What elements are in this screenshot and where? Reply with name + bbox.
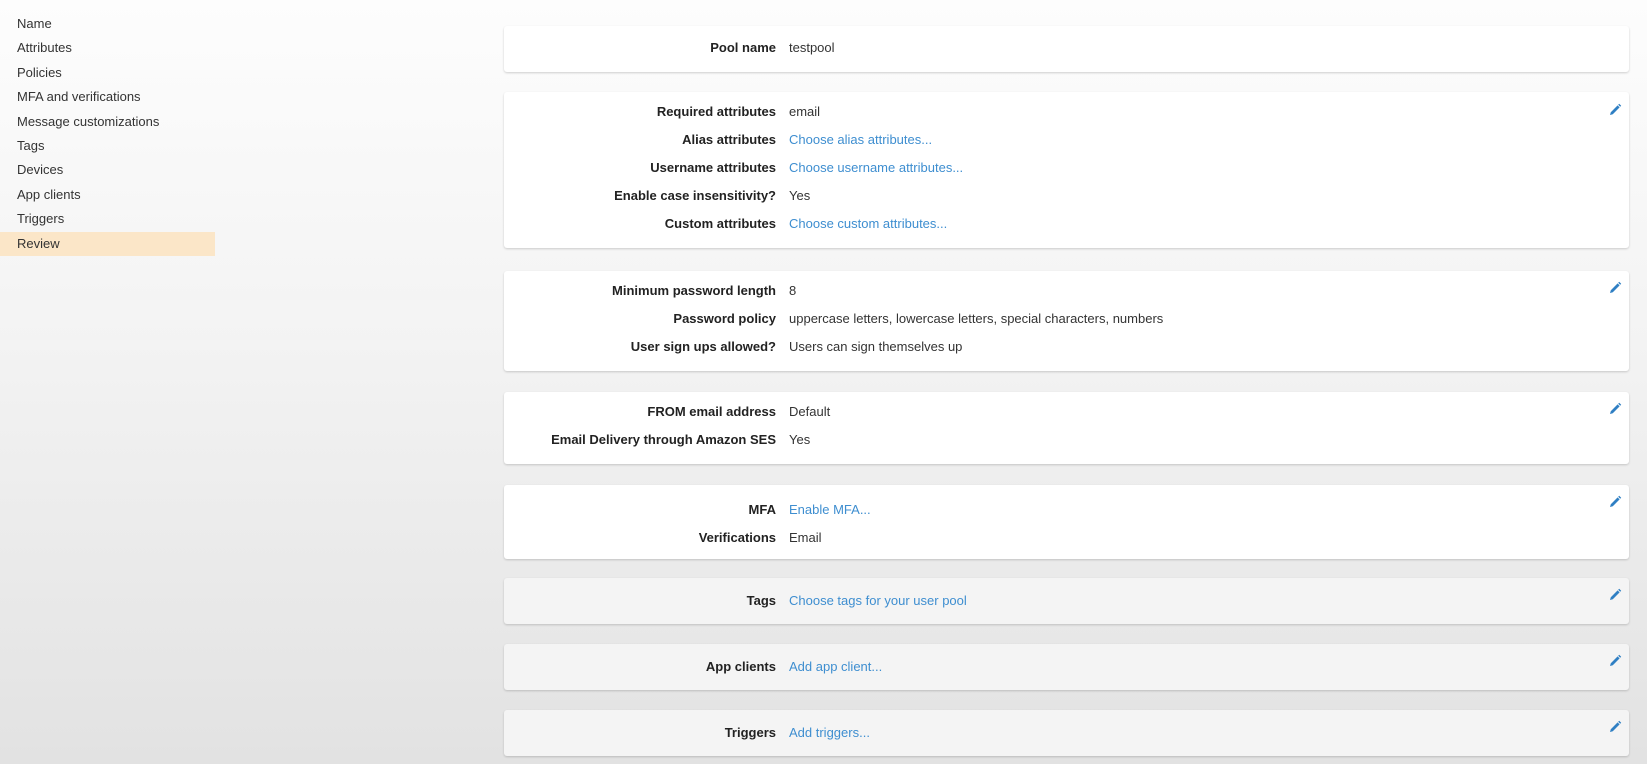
from-email-row: FROM email address Default <box>504 401 1629 423</box>
policies-card: Minimum password length 8 Password polic… <box>504 271 1629 371</box>
mfa-row: MFA Enable MFA... <box>504 499 1629 521</box>
message-customizations-card: FROM email address Default Email Deliver… <box>504 392 1629 464</box>
edit-attributes-pencil-icon[interactable] <box>1607 102 1623 118</box>
min-password-length-value: 8 <box>789 283 797 298</box>
nav-item-attributes[interactable]: Attributes <box>0 36 215 60</box>
from-email-label: FROM email address <box>647 404 776 419</box>
app-clients-card: App clients Add app client... <box>504 644 1629 690</box>
min-password-length-label: Minimum password length <box>612 283 776 298</box>
edit-mfa-pencil-icon[interactable] <box>1607 494 1623 510</box>
user-sign-ups-label: User sign ups allowed? <box>630 339 776 354</box>
nav-item-app-clients[interactable]: App clients <box>0 183 215 207</box>
attributes-card: Required attributes email Alias attribut… <box>504 92 1629 248</box>
alias-attributes-row: Alias attributes Choose alias attributes… <box>504 129 1629 151</box>
nav-item-name[interactable]: Name <box>0 12 215 36</box>
edit-app-clients-pencil-icon[interactable] <box>1607 653 1623 669</box>
user-sign-ups-value: Users can sign themselves up <box>789 339 963 354</box>
pool-name-label: Pool name <box>710 40 776 55</box>
edit-policies-pencil-icon[interactable] <box>1607 280 1623 296</box>
app-clients-row: App clients Add app client... <box>504 656 1629 678</box>
password-policy-value: uppercase letters, lowercase letters, sp… <box>789 311 1164 326</box>
triggers-label: Triggers <box>724 725 776 740</box>
nav-item-triggers[interactable]: Triggers <box>0 207 215 231</box>
mfa-card: MFA Enable MFA... Verifications Email <box>504 485 1629 559</box>
verifications-label: Verifications <box>698 530 776 545</box>
password-policy-label: Password policy <box>673 311 776 326</box>
triggers-row: Triggers Add triggers... <box>504 722 1629 744</box>
custom-attributes-link[interactable]: Choose custom attributes... <box>789 213 947 235</box>
choose-tags-link[interactable]: Choose tags for your user pool <box>789 590 967 612</box>
custom-attributes-row: Custom attributes Choose custom attribut… <box>504 213 1629 235</box>
required-attributes-label: Required attributes <box>656 104 776 119</box>
tags-label: Tags <box>746 593 776 608</box>
alias-attributes-label: Alias attributes <box>682 132 776 147</box>
nav-item-mfa-verifications[interactable]: MFA and verifications <box>0 85 215 109</box>
verifications-row: Verifications Email <box>504 527 1629 549</box>
username-attributes-label: Username attributes <box>650 160 776 175</box>
nav-item-tags[interactable]: Tags <box>0 134 215 158</box>
triggers-card: Triggers Add triggers... <box>504 710 1629 756</box>
from-email-value: Default <box>789 404 831 419</box>
nav-item-message-customizations[interactable]: Message customizations <box>0 110 215 134</box>
case-insensitivity-value: Yes <box>789 188 811 203</box>
email-delivery-value: Yes <box>789 432 811 447</box>
password-policy-row: Password policy uppercase letters, lower… <box>504 308 1629 330</box>
case-insensitivity-row: Enable case insensitivity? Yes <box>504 185 1629 207</box>
pool-name-value: testpool <box>789 40 835 55</box>
mfa-label: MFA <box>748 502 776 517</box>
required-attributes-row: Required attributes email <box>504 101 1629 123</box>
alias-attributes-link[interactable]: Choose alias attributes... <box>789 129 932 151</box>
username-attributes-link[interactable]: Choose username attributes... <box>789 157 963 179</box>
verifications-value: Email <box>789 530 822 545</box>
nav-item-policies[interactable]: Policies <box>0 61 215 85</box>
username-attributes-row: Username attributes Choose username attr… <box>504 157 1629 179</box>
add-app-client-link[interactable]: Add app client... <box>789 656 882 678</box>
add-triggers-link[interactable]: Add triggers... <box>789 722 870 744</box>
case-insensitivity-label: Enable case insensitivity? <box>614 188 776 203</box>
edit-triggers-pencil-icon[interactable] <box>1607 719 1623 735</box>
required-attributes-value: email <box>789 104 821 119</box>
email-delivery-row: Email Delivery through Amazon SES Yes <box>504 429 1629 451</box>
app-clients-label: App clients <box>705 659 776 674</box>
custom-attributes-label: Custom attributes <box>664 216 776 231</box>
tags-row: Tags Choose tags for your user pool <box>504 590 1629 612</box>
edit-messages-pencil-icon[interactable] <box>1607 401 1623 417</box>
edit-tags-pencil-icon[interactable] <box>1607 587 1623 603</box>
pool-name-row: Pool name testpool <box>504 37 1629 59</box>
nav-item-review[interactable]: Review <box>0 231 215 256</box>
user-sign-ups-row: User sign ups allowed? Users can sign th… <box>504 336 1629 358</box>
tags-card: Tags Choose tags for your user pool <box>504 578 1629 624</box>
wizard-nav: Name Attributes Policies MFA and verific… <box>0 12 215 256</box>
min-password-length-row: Minimum password length 8 <box>504 280 1629 302</box>
pool-name-card: Pool name testpool <box>504 26 1629 72</box>
nav-item-devices[interactable]: Devices <box>0 158 215 182</box>
email-delivery-label: Email Delivery through Amazon SES <box>551 432 776 447</box>
enable-mfa-link[interactable]: Enable MFA... <box>789 499 871 521</box>
